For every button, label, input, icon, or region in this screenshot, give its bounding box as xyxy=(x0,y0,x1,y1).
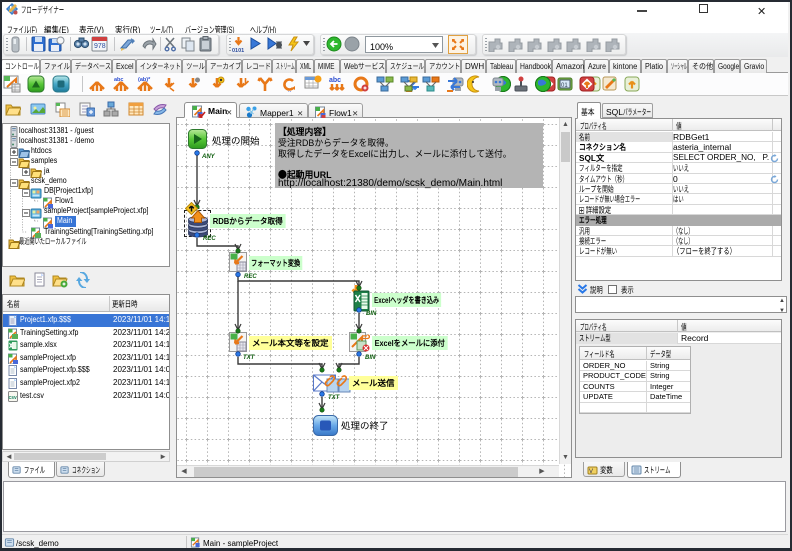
svg-text:01: 01 xyxy=(561,83,568,89)
svg-text:abc: abc xyxy=(114,77,123,83)
svg-text:V: V xyxy=(589,469,593,475)
svg-text:978: 978 xyxy=(94,43,106,50)
svg-text:0101: 0101 xyxy=(232,48,244,53)
svg-text:csv: csv xyxy=(9,395,18,401)
svg-text:..: .. xyxy=(288,88,292,93)
svg-text:abc: abc xyxy=(329,77,341,84)
svg-text:(ab)*: (ab)* xyxy=(138,77,151,83)
